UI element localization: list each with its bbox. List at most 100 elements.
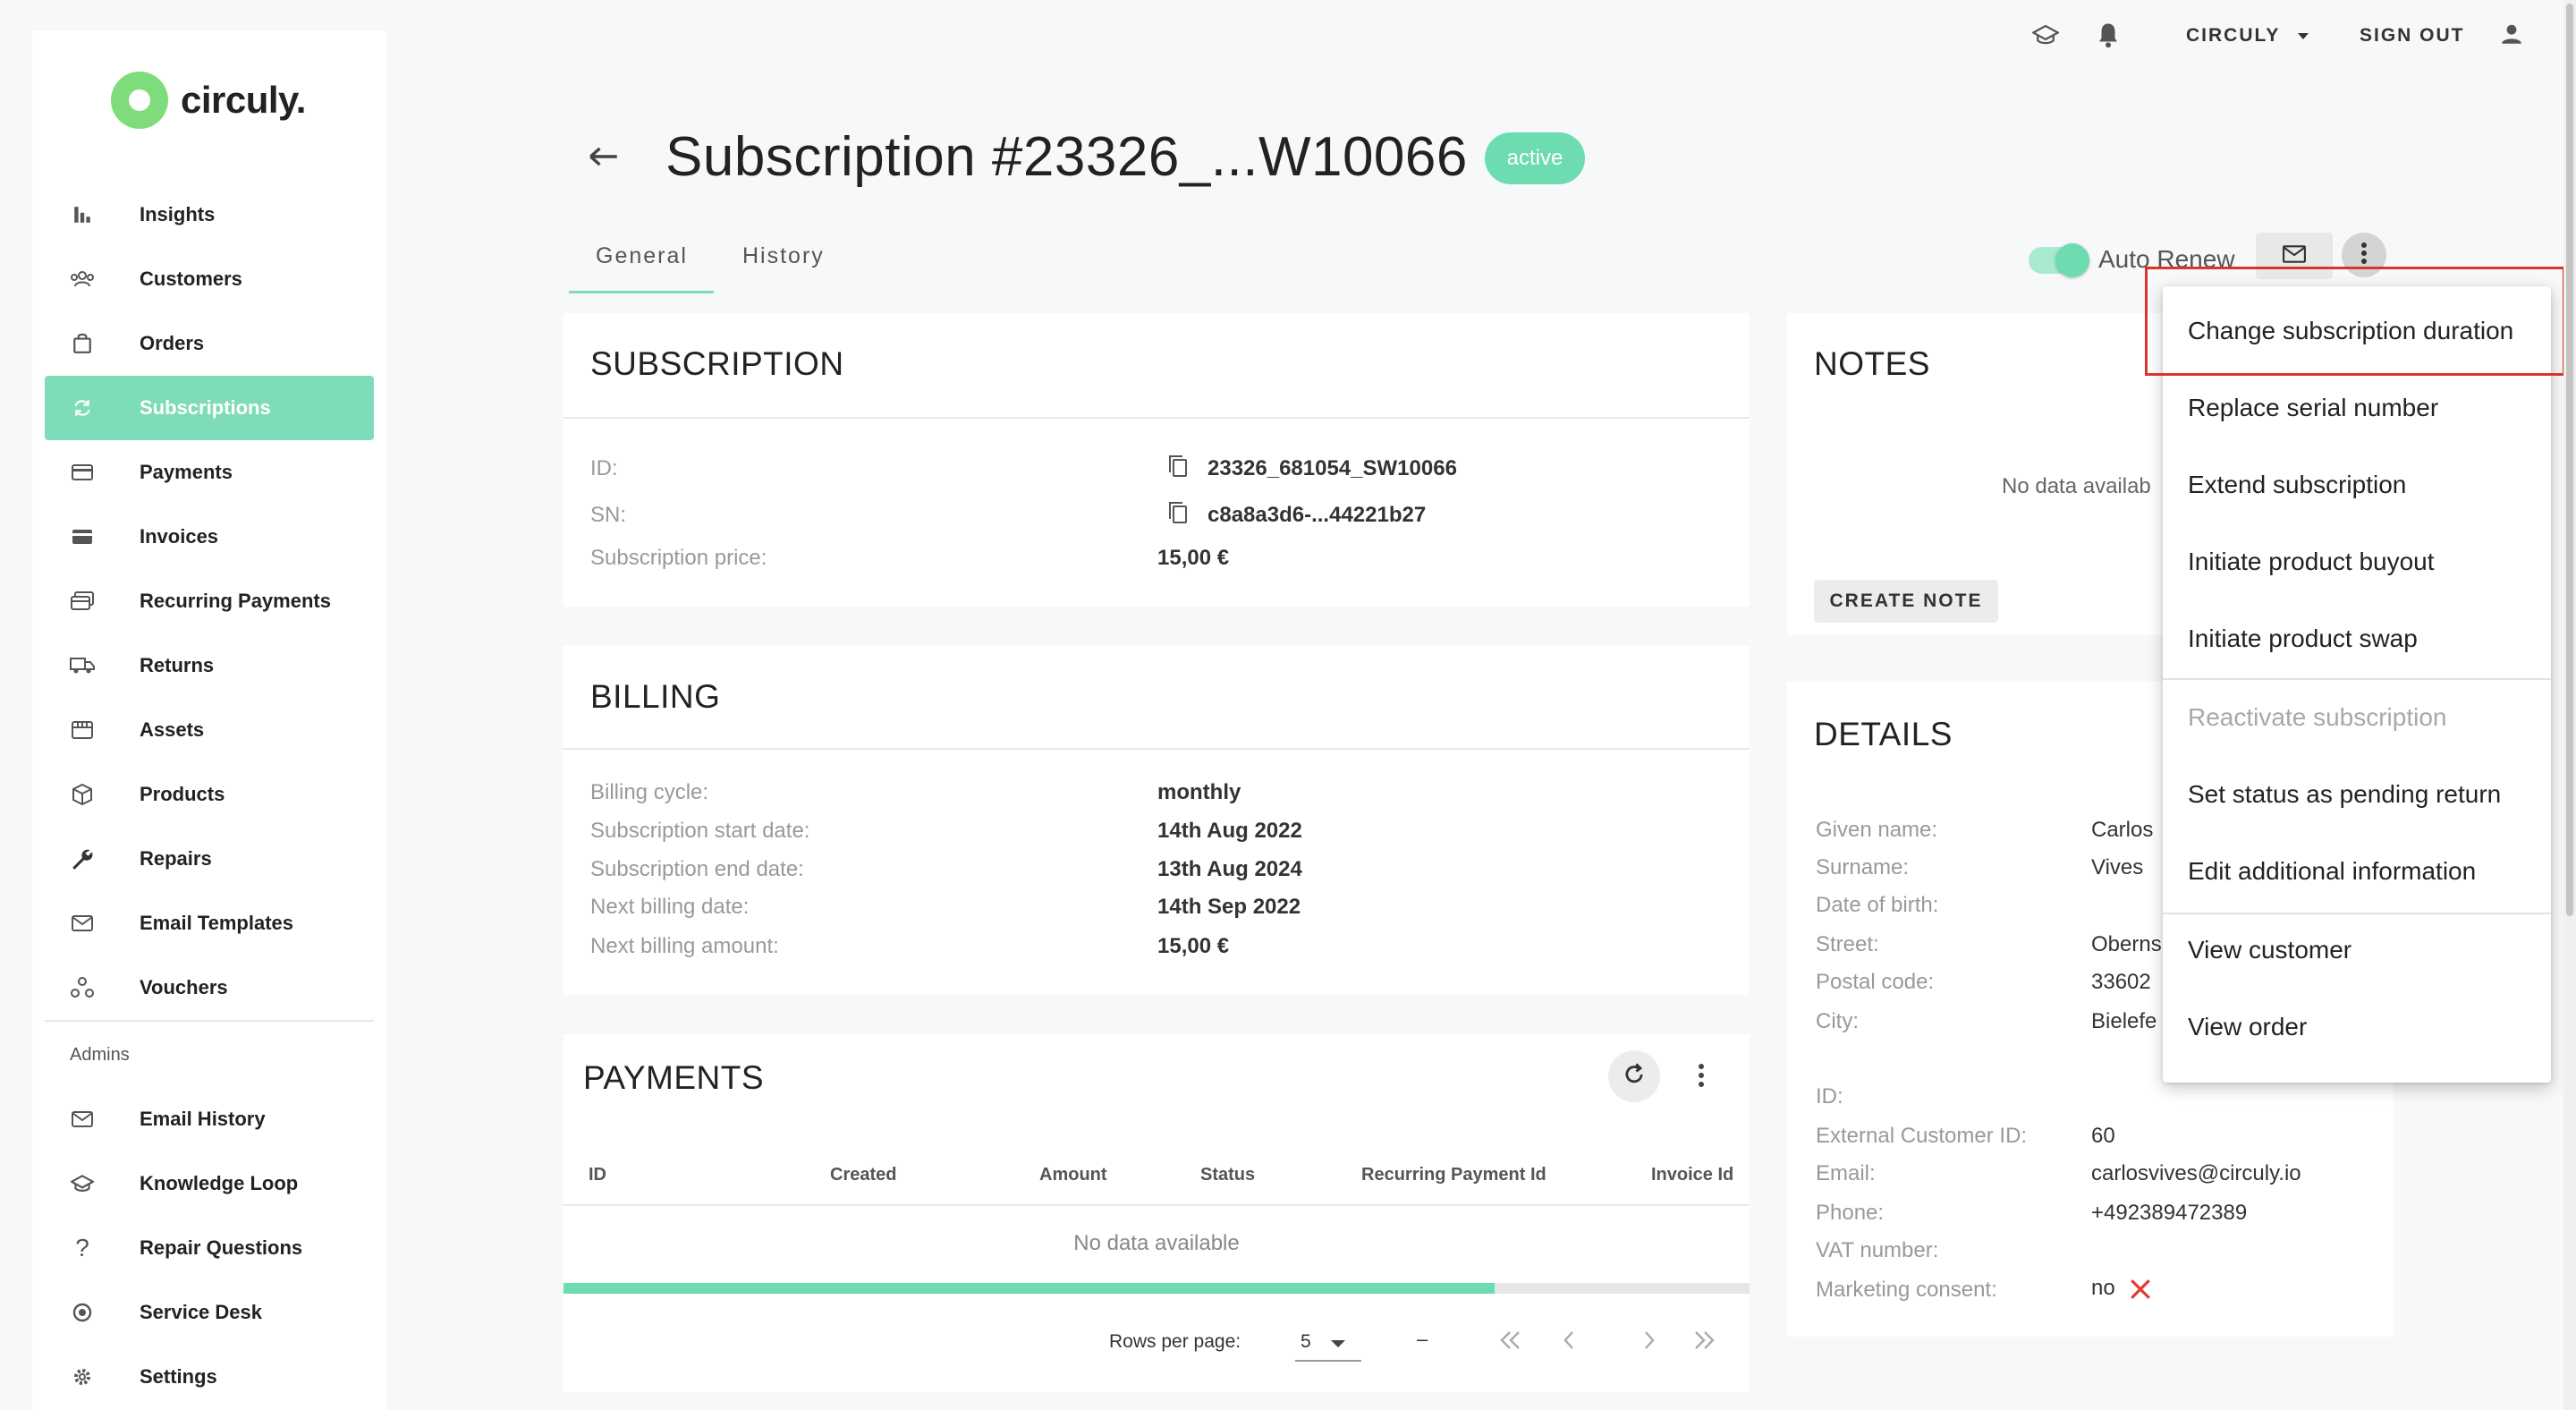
mail-icon bbox=[64, 1111, 100, 1127]
sidebar-item-recurring-payments[interactable]: Recurring Payments bbox=[45, 569, 374, 633]
menu-item-product-buyout[interactable]: Initiate product buyout bbox=[2188, 548, 2435, 576]
sidebar-item-products[interactable]: Products bbox=[45, 762, 374, 827]
notes-empty-state: No data availab bbox=[2002, 474, 2151, 498]
refresh-icon bbox=[1622, 1062, 1647, 1091]
last-page-icon[interactable] bbox=[1692, 1329, 1717, 1355]
gear-icon bbox=[64, 1366, 100, 1388]
phone-value: +492389472389 bbox=[2091, 1201, 2248, 1225]
cube-icon bbox=[64, 784, 100, 805]
back-arrow-icon[interactable] bbox=[589, 143, 619, 174]
empty-state: No data available bbox=[1073, 1231, 1240, 1255]
sidebar-item-payments[interactable]: Payments bbox=[45, 440, 374, 505]
subscription-card: SUBSCRIPTION ID: 23326_681054_SW10066 SN… bbox=[564, 313, 1750, 607]
sidebar-item-insights[interactable]: Insights bbox=[45, 183, 374, 247]
sidebar-item-settings[interactable]: Settings bbox=[45, 1345, 374, 1409]
assets-icon bbox=[64, 721, 100, 739]
price-value: 15,00 € bbox=[1157, 546, 1230, 570]
auto-renew-toggle[interactable] bbox=[2029, 243, 2089, 277]
sidebar-item-email-templates[interactable]: Email Templates bbox=[45, 891, 374, 956]
next-billing-amount-value: 15,00 € bbox=[1157, 934, 1230, 958]
scrollbar[interactable] bbox=[2563, 0, 2576, 1410]
column-header[interactable]: Created bbox=[830, 1165, 896, 1185]
sidebar-item-label: Orders bbox=[140, 332, 205, 354]
surname-label: Surname: bbox=[1816, 855, 1910, 879]
sidebar-item-repairs[interactable]: Repairs bbox=[45, 827, 374, 891]
column-header[interactable]: Status bbox=[1200, 1165, 1255, 1185]
create-note-button[interactable]: CREATE NOTE bbox=[1814, 580, 1998, 623]
column-header[interactable]: Invoice Id bbox=[1651, 1165, 1733, 1185]
copy-icon[interactable] bbox=[1168, 501, 1188, 529]
bell-icon[interactable] bbox=[2097, 21, 2120, 48]
sidebar-item-label: Returns bbox=[140, 654, 215, 676]
menu-item-edit-info[interactable]: Edit additional information bbox=[2188, 857, 2476, 886]
sidebar-item-email-history[interactable]: Email History bbox=[45, 1087, 374, 1151]
city-label: City: bbox=[1816, 1009, 1859, 1033]
sidebar-item-returns[interactable]: Returns bbox=[45, 633, 374, 698]
refresh-button[interactable] bbox=[1608, 1050, 1660, 1102]
menu-divider bbox=[2163, 678, 2551, 680]
graduation-cap-icon[interactable] bbox=[2032, 23, 2059, 47]
marketing-consent-label: Marketing consent: bbox=[1816, 1278, 1997, 1302]
sidebar-item-invoices[interactable]: Invoices bbox=[45, 505, 374, 569]
actions-menu: Change subscription duration Replace ser… bbox=[2163, 286, 2551, 1083]
sidebar-item-label: Recurring Payments bbox=[140, 590, 331, 612]
postal-code-label: Postal code: bbox=[1816, 970, 1935, 994]
given-name-value: Carlos bbox=[2091, 818, 2154, 842]
sidebar-item-service-desk[interactable]: Service Desk bbox=[45, 1280, 374, 1345]
column-header[interactable]: Recurring Payment Id bbox=[1361, 1165, 1546, 1185]
next-page-icon[interactable] bbox=[1642, 1329, 1657, 1355]
cross-icon bbox=[2129, 1278, 2152, 1305]
postal-code-value: 33602 bbox=[2091, 970, 2151, 994]
org-menu[interactable]: CIRCULY bbox=[2186, 25, 2309, 47]
graduation-cap-icon bbox=[64, 1174, 100, 1193]
question-icon: ? bbox=[75, 1234, 89, 1261]
vouchers-icon bbox=[64, 977, 100, 998]
copy-icon[interactable] bbox=[1168, 454, 1188, 482]
logo-text: circuly. bbox=[181, 79, 306, 121]
column-header[interactable]: ID bbox=[589, 1165, 606, 1185]
id-value: 23326_681054_SW10066 bbox=[1208, 456, 1457, 480]
sidebar-item-label: Repair Questions bbox=[140, 1236, 303, 1259]
logo[interactable]: circuly. bbox=[111, 72, 306, 129]
sync-icon bbox=[64, 398, 100, 418]
column-header[interactable]: Amount bbox=[1039, 1165, 1107, 1185]
scrollbar-thumb[interactable] bbox=[2566, 4, 2573, 916]
menu-item-replace-serial[interactable]: Replace serial number bbox=[2188, 394, 2438, 422]
tab-general[interactable]: General bbox=[596, 243, 688, 269]
rows-per-page-select[interactable]: 5 bbox=[1295, 1322, 1361, 1362]
sidebar-item-label: Repairs bbox=[140, 847, 212, 870]
sidebar-item-vouchers[interactable]: Vouchers bbox=[45, 956, 374, 1020]
menu-item-extend-subscription[interactable]: Extend subscription bbox=[2188, 471, 2406, 499]
sidebar-item-assets[interactable]: Assets bbox=[45, 698, 374, 762]
first-page-icon[interactable] bbox=[1497, 1329, 1522, 1355]
price-label: Subscription price: bbox=[590, 546, 767, 570]
sidebar-item-customers[interactable]: Customers bbox=[45, 247, 374, 311]
dob-label: Date of birth: bbox=[1816, 893, 1939, 917]
menu-item-view-customer[interactable]: View customer bbox=[2188, 936, 2351, 964]
marketing-consent-value: no bbox=[2091, 1276, 2115, 1300]
divider bbox=[564, 748, 1750, 750]
sidebar-item-knowledge-loop[interactable]: Knowledge Loop bbox=[45, 1151, 374, 1216]
card-title: NOTES bbox=[1814, 345, 1930, 382]
billing-cycle-value: monthly bbox=[1157, 780, 1241, 804]
next-billing-date-label: Next billing date: bbox=[590, 895, 750, 919]
sidebar-item-repair-questions[interactable]: ? Repair Questions bbox=[45, 1216, 374, 1280]
sidebar-item-label: Knowledge Loop bbox=[140, 1172, 299, 1194]
menu-item-view-order[interactable]: View order bbox=[2188, 1013, 2307, 1041]
sidebar-item-orders[interactable]: Orders bbox=[45, 311, 374, 376]
menu-divider bbox=[2163, 913, 2551, 914]
payments-card: PAYMENTS ID Created Amount Status Recurr… bbox=[564, 1034, 1750, 1392]
truck-icon bbox=[64, 657, 100, 675]
sidebar-item-label: Settings bbox=[140, 1365, 217, 1388]
tab-history[interactable]: History bbox=[742, 243, 825, 269]
payments-more-button[interactable] bbox=[1692, 1061, 1710, 1093]
menu-item-product-swap[interactable]: Initiate product swap bbox=[2188, 624, 2418, 653]
menu-item-pending-return[interactable]: Set status as pending return bbox=[2188, 780, 2501, 809]
prev-page-icon[interactable] bbox=[1562, 1329, 1576, 1355]
card-title: BILLING bbox=[590, 678, 721, 715]
sidebar-item-subscriptions[interactable]: Subscriptions bbox=[45, 376, 374, 440]
loading-bar bbox=[564, 1283, 1495, 1294]
top-bar: CIRCULY SIGN OUT bbox=[386, 0, 2558, 72]
user-icon[interactable] bbox=[2501, 23, 2522, 45]
sign-out-button[interactable]: SIGN OUT bbox=[2360, 25, 2465, 47]
